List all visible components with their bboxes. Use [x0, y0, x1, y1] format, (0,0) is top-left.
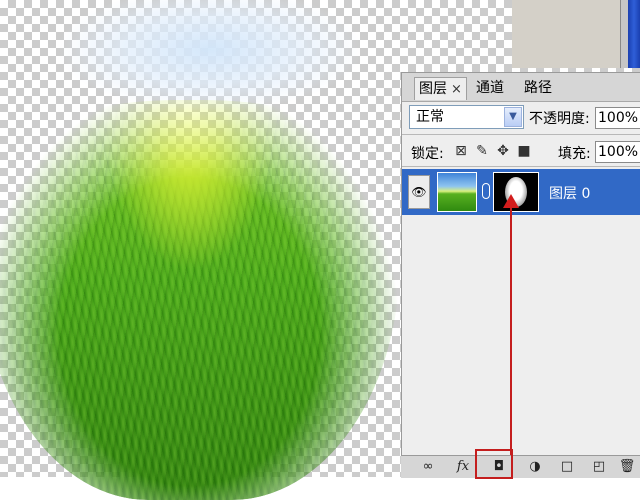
fill-input[interactable]: 100%	[595, 141, 640, 163]
eye-icon[interactable]: 👁	[408, 175, 430, 209]
blend-mode-select[interactable]: 正常 ▼	[409, 105, 524, 129]
layer-thumbnail[interactable]	[437, 172, 477, 212]
lock-label: 锁定:	[411, 146, 444, 162]
opacity-label: 不透明度:	[529, 111, 590, 127]
link-icon[interactable]	[482, 183, 490, 199]
close-icon[interactable]: ×	[451, 82, 462, 97]
panel-tabbar: 图层 × 通道 路径	[402, 73, 640, 102]
sky-glow	[60, 0, 360, 110]
chevron-down-icon[interactable]: ▼	[504, 107, 522, 127]
trash-icon[interactable]: 🗑	[616, 458, 638, 476]
tab-channels[interactable]: 通道	[472, 77, 508, 100]
grass-image	[0, 100, 400, 500]
opacity-input[interactable]: 100%	[595, 107, 640, 129]
adjustment-layer-icon[interactable]: ◑	[524, 458, 546, 476]
layers-panel: 图层 × 通道 路径 正常 ▼ 不透明度: 100% 锁定: ⊠ ✎ ✥ ■ 填充…	[401, 72, 640, 477]
link-layers-icon[interactable]: ∞	[417, 458, 439, 476]
layer-row[interactable]: 👁 图层 0	[402, 169, 640, 215]
annotation-arrow-head	[503, 194, 519, 208]
lock-all-icon[interactable]: ■	[516, 143, 532, 159]
lock-move-icon[interactable]: ✥	[495, 143, 511, 159]
layer-name[interactable]: 图层 0	[549, 183, 590, 203]
background-window	[512, 0, 640, 68]
lock-brush-icon[interactable]: ✎	[474, 143, 490, 159]
annotation-arrow-line	[510, 206, 512, 459]
group-icon[interactable]: □	[556, 458, 578, 476]
layers-toolbar: ∞ fx ◘ ◑ □ ◰ 🗑	[401, 455, 640, 478]
lock-transparent-icon[interactable]: ⊠	[453, 143, 469, 159]
new-layer-icon[interactable]: ◰	[588, 458, 610, 476]
annotation-highlight-box	[475, 449, 513, 479]
tab-layers[interactable]: 图层 ×	[414, 77, 467, 100]
fx-icon[interactable]: fx	[452, 458, 474, 476]
tab-paths[interactable]: 路径	[520, 77, 556, 100]
fill-label: 填充:	[558, 146, 591, 162]
